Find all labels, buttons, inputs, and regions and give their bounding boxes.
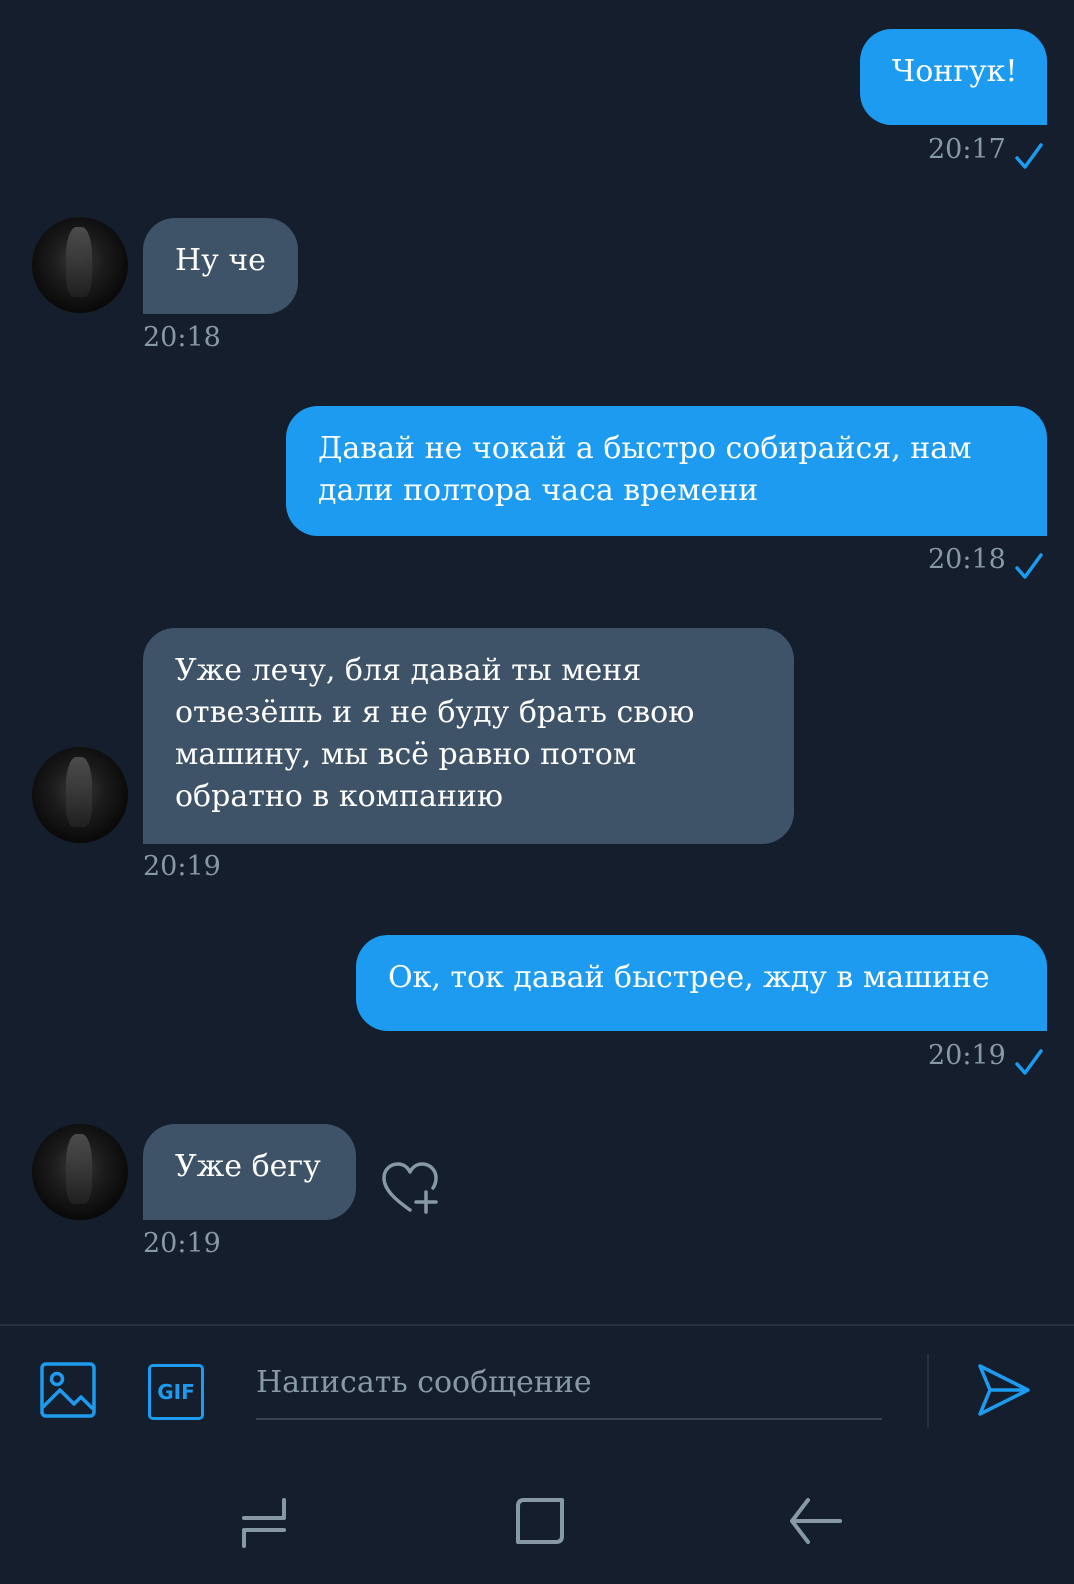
home-icon[interactable] xyxy=(516,1496,566,1546)
message-bubble[interactable]: Чонгук! xyxy=(860,29,1047,125)
message-time: 20:17 xyxy=(928,134,1006,165)
send-icon[interactable] xyxy=(976,1362,1032,1418)
avatar[interactable] xyxy=(32,1124,128,1220)
message-bubble[interactable]: Давай не чокай а быстро собирайся, нам д… xyxy=(286,406,1047,536)
message-bubble[interactable]: Уже лечу, бля давай ты меня отвезёшь и я… xyxy=(143,628,794,844)
message-bubble[interactable]: Ок, ток давай быстрее, жду в машине xyxy=(356,935,1047,1031)
avatar[interactable] xyxy=(32,217,128,313)
message-time: 20:19 xyxy=(143,851,221,882)
message-time: 20:19 xyxy=(928,1040,1006,1071)
recents-icon[interactable] xyxy=(240,1496,288,1548)
heart-plus-icon[interactable] xyxy=(380,1160,444,1218)
checkmark-icon xyxy=(1015,553,1043,579)
message-time: 20:19 xyxy=(143,1228,221,1259)
composer-divider xyxy=(0,1324,1074,1326)
message-time: 20:18 xyxy=(928,544,1006,575)
image-icon[interactable] xyxy=(40,1362,96,1418)
gif-label: GIF xyxy=(157,1380,195,1404)
avatar[interactable] xyxy=(32,747,128,843)
composer-separator xyxy=(927,1354,929,1428)
back-icon[interactable] xyxy=(788,1496,842,1546)
gif-icon[interactable]: GIF xyxy=(148,1364,204,1420)
checkmark-icon xyxy=(1015,1049,1043,1075)
message-input[interactable] xyxy=(256,1346,882,1420)
checkmark-icon xyxy=(1015,143,1043,169)
message-bubble[interactable]: Уже бегу xyxy=(143,1124,356,1220)
message-bubble[interactable]: Ну че xyxy=(143,218,298,314)
message-time: 20:18 xyxy=(143,322,221,353)
